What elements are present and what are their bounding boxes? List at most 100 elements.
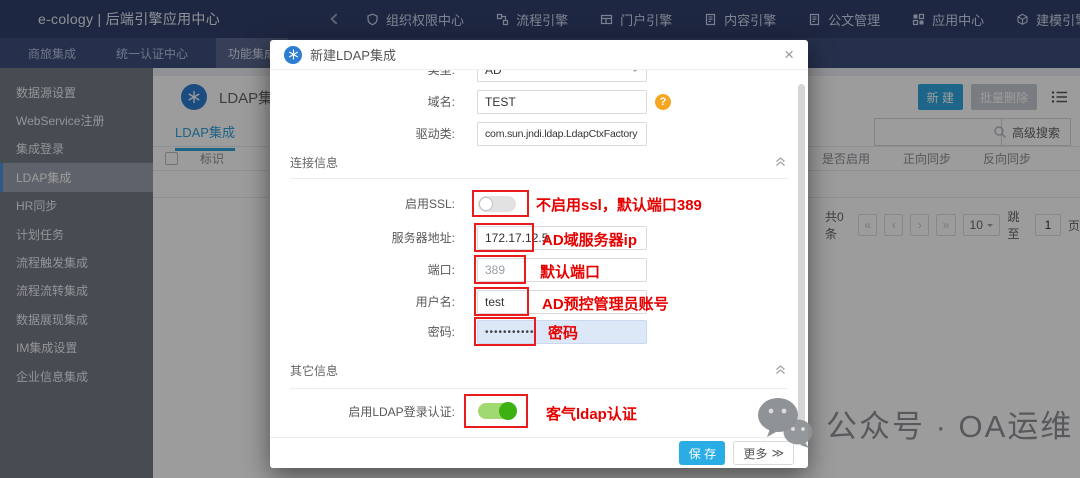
dialog-title: 新建LDAP集成 <box>310 48 396 63</box>
first-page-button[interactable]: « <box>858 214 878 236</box>
server-annotation: AD域服务器ip <box>542 232 637 249</box>
cube-icon <box>1017 13 1028 25</box>
domain-input[interactable] <box>477 90 647 114</box>
topnav-item-content-engine[interactable]: 内容引擎 <box>688 0 792 38</box>
sidebar-item-enterprise-info[interactable]: 企业信息集成 <box>0 362 153 390</box>
column-header-enabled: 是否启用 <box>822 152 871 166</box>
topnav-label: 流程引擎 <box>516 12 569 28</box>
topnav-item-app-center[interactable]: 应用中心 <box>896 0 1000 38</box>
topnav-label: 应用中心 <box>932 12 985 28</box>
new-ldap-dialog: 新建LDAP集成 × 类型: AD 域名: ? 驱动类: 连接信息 <box>270 40 808 468</box>
prev-page-button[interactable]: ‹ <box>884 214 904 236</box>
watermark-text: 公众号 · OA运维 <box>826 408 1074 444</box>
page-size-value: 10 <box>969 218 983 232</box>
page-number-input[interactable] <box>1034 214 1061 236</box>
select-all-checkbox[interactable] <box>165 152 178 165</box>
topnav-label: 公文管理 <box>828 12 881 28</box>
sidebar-item-im-settings[interactable]: IM集成设置 <box>0 334 153 362</box>
section-connection-info: 连接信息 <box>290 156 339 170</box>
dialog-scrollbar[interactable] <box>798 84 805 428</box>
ldap-module-icon <box>181 84 207 110</box>
annotation-box <box>474 223 534 252</box>
annotation-box <box>474 317 536 346</box>
driver-label: 驱动类: <box>415 127 455 141</box>
field-row-ssl: 启用SSL: 不启用ssl，默认端口389 <box>270 190 808 217</box>
sidebar-item-data-display[interactable]: 数据展现集成 <box>0 305 153 333</box>
subnav-item-unified-auth[interactable]: 统一认证中心 <box>104 38 200 68</box>
annotation-box <box>472 190 529 217</box>
collapse-chevron-icon[interactable] <box>775 154 786 172</box>
divider <box>290 178 788 179</box>
top-nav-items: 组织权限中心 流程引擎 门户引擎 内容引擎 公文管理 应用中心 建模引 <box>350 0 1080 38</box>
ldap-auth-label: 启用LDAP登录认证: <box>348 405 455 419</box>
topnav-item-workflow-engine[interactable]: 流程引擎 <box>480 0 584 38</box>
dialog-body: 类型: AD 域名: ? 驱动类: 连接信息 启用SSL: <box>270 70 808 437</box>
next-page-button[interactable]: › <box>910 214 930 236</box>
port-annotation: 默认端口 <box>540 264 601 281</box>
password-annotation: 密码 <box>548 325 579 342</box>
advanced-search-button[interactable]: 高级搜索 <box>1000 118 1071 146</box>
driver-input[interactable] <box>477 122 647 146</box>
close-icon[interactable]: × <box>784 46 794 63</box>
search-area: 高级搜索 <box>873 118 1071 146</box>
sidebar-item-datasource[interactable]: 数据源设置 <box>0 78 153 106</box>
field-row-domain: 域名: ? <box>270 90 808 114</box>
column-header-id: 标识 <box>200 152 225 166</box>
save-button[interactable]: 保 存 <box>679 441 726 465</box>
chevron-down-icon <box>631 70 639 76</box>
annotation-box <box>464 394 528 428</box>
sidebar-item-webservice[interactable]: WebService注册 <box>0 106 153 134</box>
username-label: 用户名: <box>415 295 455 309</box>
field-row-server: 服务器地址: AD域服务器ip <box>270 223 808 252</box>
collapse-chevron-icon[interactable] <box>775 362 786 380</box>
batch-delete-button[interactable]: 批量删除 <box>970 84 1037 110</box>
header-actions: 新 建 批量删除 <box>917 84 1068 110</box>
column-header-reverse-sync: 反向同步 <box>983 152 1032 166</box>
shield-icon <box>367 13 378 25</box>
sidebar-item-integration-login[interactable]: 集成登录 <box>0 135 153 163</box>
wechat-icon <box>758 398 813 448</box>
topnav-label: 组织权限中心 <box>386 12 465 28</box>
help-icon[interactable]: ? <box>655 94 671 110</box>
field-row-port: 端口: 默认端口 <box>270 255 808 284</box>
ssl-annotation: 不启用ssl，默认端口389 <box>536 197 702 214</box>
jump-label: 跳至 <box>1007 210 1020 241</box>
field-row-ldap-auth: 启用LDAP登录认证: 客气ldap认证 <box>270 394 808 428</box>
subnav-item-business-travel[interactable]: 商旅集成 <box>16 38 88 68</box>
topnav-label: 建模引擎 <box>1036 12 1080 28</box>
dialog-footer: 保 存 更多 ≫ <box>270 437 808 468</box>
sidebar-item-workflow-flow[interactable]: 流程流转集成 <box>0 277 153 305</box>
new-button[interactable]: 新 建 <box>917 84 963 110</box>
total-count: 共0条 <box>825 210 844 241</box>
type-value: AD <box>485 70 502 77</box>
topnav-item-org-permission-center[interactable]: 组织权限中心 <box>350 0 480 38</box>
page-size-select[interactable]: 10 <box>962 214 1001 236</box>
type-label: 类型: <box>427 70 455 77</box>
username-annotation: AD预控管理员账号 <box>542 296 669 313</box>
column-header-forward-sync: 正向同步 <box>903 152 952 166</box>
sidebar-item-ldap[interactable]: LDAP集成 <box>0 163 153 192</box>
server-label: 服务器地址: <box>391 231 455 245</box>
divider <box>290 388 788 389</box>
topnav-item-modeling-engine[interactable]: 建模引擎 <box>1000 0 1080 38</box>
sidebar: 数据源设置 WebService注册 集成登录 LDAP集成 HR同步 计划任务… <box>0 68 153 478</box>
sidebar-item-hr-sync[interactable]: HR同步 <box>0 192 153 220</box>
watermark: 公众号 · OA运维 <box>756 396 1073 450</box>
annotation-box <box>474 255 526 284</box>
flow-icon <box>496 13 509 25</box>
apps-grid-icon <box>913 13 925 25</box>
page-unit-label: 页 <box>1067 218 1080 233</box>
domain-label: 域名: <box>427 95 455 109</box>
topnav-item-portal-engine[interactable]: 门户引擎 <box>584 0 688 38</box>
last-page-button[interactable]: » <box>936 214 956 236</box>
topnav-item-official-doc[interactable]: 公文管理 <box>792 0 896 38</box>
type-select[interactable]: AD <box>477 70 647 82</box>
sidebar-item-workflow-trigger[interactable]: 流程触发集成 <box>0 248 153 276</box>
dialog-header: 新建LDAP集成 × <box>270 40 808 70</box>
chevron-left-icon[interactable] <box>330 13 342 25</box>
search-input[interactable] <box>873 118 1001 146</box>
annotation-box <box>474 287 529 316</box>
sidebar-item-scheduled-tasks[interactable]: 计划任务 <box>0 220 153 248</box>
list-view-icon[interactable] <box>1051 90 1068 104</box>
topnav-label: 门户引擎 <box>620 12 673 28</box>
